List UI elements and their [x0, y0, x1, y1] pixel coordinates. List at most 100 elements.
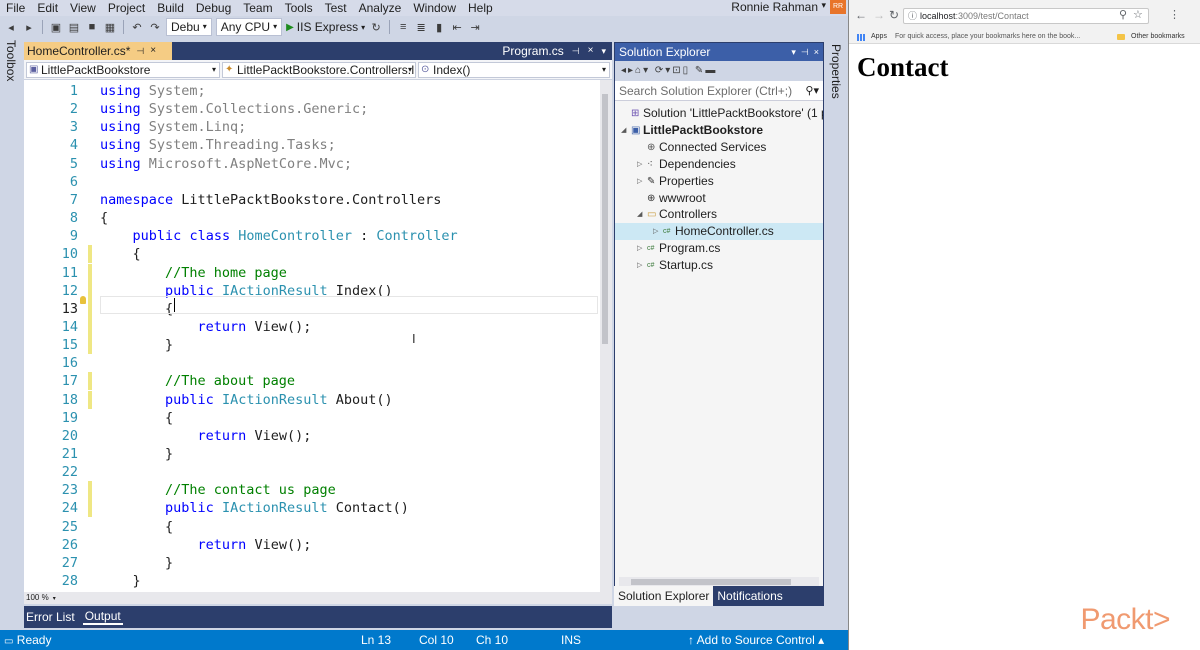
tab-program[interactable]: Program.cs ⊣ × ▾ [502, 42, 606, 60]
code-line[interactable]: 20 return View(); [24, 427, 598, 445]
code-line[interactable]: 18 public IActionResult About() [24, 390, 598, 409]
solution-explorer-toolbar[interactable]: ◂▸⌂▾ ⟳▾⊡▯ ✎▬ [615, 61, 823, 81]
avatar[interactable]: RR [830, 0, 846, 14]
configuration-select[interactable]: Debu ▾ [166, 18, 212, 36]
save-all-icon[interactable]: ▦ [103, 21, 117, 34]
menu-tools[interactable]: Tools [279, 1, 319, 15]
class-dropdown[interactable]: ✦ LittlePacktBookstore.Controllers.I ▾ [222, 62, 416, 78]
scrollbar-thumb[interactable] [631, 579, 791, 585]
code-line[interactable]: 1 using System; [24, 82, 598, 100]
tab-homecontroller[interactable]: HomeController.cs* ⊣ × [24, 42, 172, 60]
run-button[interactable]: ▶ IIS Express ▾ [286, 20, 365, 34]
apps-grid-icon[interactable] [857, 34, 865, 41]
code-line[interactable]: 22 [24, 463, 598, 481]
menu-icon[interactable]: ⋮ [1169, 8, 1180, 21]
search-icon[interactable]: ⚲▾ [805, 81, 819, 101]
tab-notifications[interactable]: Notifications [713, 586, 786, 606]
menu-debug[interactable]: Debug [190, 1, 237, 15]
tree-item-controllers[interactable]: ◢ ▭ Controllers [615, 206, 823, 223]
scrollbar-thumb[interactable] [602, 94, 608, 344]
code-line[interactable]: 25 { [24, 518, 598, 536]
undo-icon[interactable]: ↶ [130, 21, 144, 34]
menu-file[interactable]: File [0, 1, 31, 15]
code-line[interactable]: 2 using System.Collections.Generic; [24, 100, 598, 118]
add-to-source-control-button[interactable]: ↑ Add to Source Control ▴ [688, 630, 824, 650]
address-bar[interactable]: ⓘ localhost:3009/test/Contact [903, 8, 1149, 24]
panel-controls[interactable]: ▾ ⊣ × [791, 43, 819, 61]
bookmark-prev-icon[interactable]: ⇤ [450, 21, 464, 34]
comment-icon[interactable]: ≡ [396, 21, 410, 33]
editor-vertical-scrollbar[interactable] [600, 80, 612, 592]
redo-icon[interactable]: ↷ [148, 21, 162, 34]
menu-team[interactable]: Team [237, 1, 278, 15]
properties-panel-tab[interactable]: Properties [824, 38, 848, 630]
tree-item-connected-services[interactable]: ⊕ Connected Services [615, 139, 823, 156]
tree-item-properties[interactable]: ▷ ✎ Properties [615, 173, 823, 190]
tree-item-solution[interactable]: ⊞ Solution 'LittlePacktBookstore' (1 pr [615, 105, 823, 122]
reload-icon[interactable]: ↻ [889, 8, 899, 22]
back-icon[interactable]: ◂ [4, 21, 18, 34]
tree-item-homecontroller[interactable]: ▷ c# HomeController.cs [615, 223, 823, 241]
menu-project[interactable]: Project [102, 1, 151, 15]
code-line[interactable]: 4 using System.Threading.Tasks; [24, 136, 598, 154]
code-line[interactable]: 21 } [24, 445, 598, 463]
user-name[interactable]: Ronnie Rahman [731, 0, 818, 14]
tree-item-startup[interactable]: ▷ c# Startup.cs [615, 257, 823, 274]
code-line[interactable]: 24 public IActionResult Contact() [24, 499, 598, 518]
code-line[interactable]: 14 return View(); [24, 317, 598, 336]
back-icon[interactable]: ← [855, 8, 867, 22]
menu-build[interactable]: Build [151, 1, 190, 15]
expand-icon[interactable]: ▷ [637, 257, 642, 274]
other-bookmarks[interactable]: Other bookmarks [1131, 30, 1185, 44]
tree-item-wwwroot[interactable]: ⊕ wwwroot [615, 190, 823, 207]
tab-solution-explorer[interactable]: Solution Explorer [614, 586, 714, 606]
code-line[interactable]: 6 [24, 173, 598, 191]
tab-output[interactable]: Output [82, 609, 123, 625]
lightbulb-icon[interactable] [80, 296, 86, 304]
uncomment-icon[interactable]: ≣ [414, 21, 428, 34]
code-line[interactable]: 26 return View(); [24, 536, 598, 554]
toolbox-panel-tab[interactable]: Toolbox [0, 38, 24, 630]
code-line[interactable]: 5 using Microsoft.AspNetCore.Mvc; [24, 155, 598, 173]
pin-icon[interactable]: ⊣ [136, 42, 144, 60]
new-project-icon[interactable]: ▣ [49, 21, 63, 34]
solution-search-input[interactable]: Search Solution Explorer (Ctrl+;) ⚲▾ [615, 81, 823, 101]
code-line[interactable]: 11 //The home page [24, 263, 598, 282]
close-icon[interactable]: × [150, 42, 156, 60]
expand-icon[interactable]: ▷ [653, 223, 658, 240]
code-line[interactable]: 27 } [24, 554, 598, 572]
close-icon[interactable]: × [588, 42, 594, 60]
apps-bookmark[interactable]: Apps [871, 30, 887, 44]
tree-item-project[interactable]: ◢ ▣ LittlePacktBookstore [615, 122, 823, 139]
menu-edit[interactable]: Edit [31, 1, 64, 15]
member-dropdown[interactable]: ⊙ Index() ▾ [418, 62, 610, 78]
chevron-down-icon[interactable]: ▾ [53, 596, 56, 602]
expand-icon[interactable]: ▷ [637, 240, 642, 257]
star-icon[interactable]: ☆ [1133, 8, 1143, 21]
menu-analyze[interactable]: Analyze [353, 1, 408, 15]
pin-icon[interactable]: ⊣ [572, 42, 580, 60]
tab-error-list[interactable]: Error List [24, 610, 77, 624]
menu-help[interactable]: Help [462, 1, 499, 15]
chevron-down-icon[interactable]: ▾ [601, 42, 606, 60]
project-dropdown[interactable]: ▣ LittlePacktBookstore ▾ [26, 62, 220, 78]
bookmark-next-icon[interactable]: ⇥ [468, 21, 482, 34]
code-line[interactable]: 19 { [24, 409, 598, 427]
zoom-icon[interactable]: ⚲ [1119, 8, 1127, 21]
code-line[interactable]: 15 } [24, 336, 598, 355]
menu-window[interactable]: Window [407, 1, 462, 15]
zoom-level[interactable]: 100 % [26, 593, 49, 602]
expand-icon[interactable]: ▷ [637, 173, 642, 190]
collapse-icon[interactable]: ◢ [637, 206, 642, 223]
info-icon[interactable]: ⓘ [908, 9, 917, 23]
expand-icon[interactable]: ▷ [637, 156, 642, 173]
code-line[interactable]: 10 { [24, 245, 598, 264]
code-line[interactable]: 28 } [24, 572, 598, 590]
menu-test[interactable]: Test [319, 1, 353, 15]
code-line[interactable]: 23 //The contact us page [24, 481, 598, 500]
chevron-down-icon[interactable]: ▾ [821, 0, 826, 11]
code-line[interactable]: 3 using System.Linq; [24, 118, 598, 136]
platform-select[interactable]: Any CPU ▾ [215, 18, 283, 36]
tree-item-dependencies[interactable]: ▷ ⁖ Dependencies [615, 156, 823, 173]
refresh-icon[interactable]: ↻ [369, 21, 383, 34]
